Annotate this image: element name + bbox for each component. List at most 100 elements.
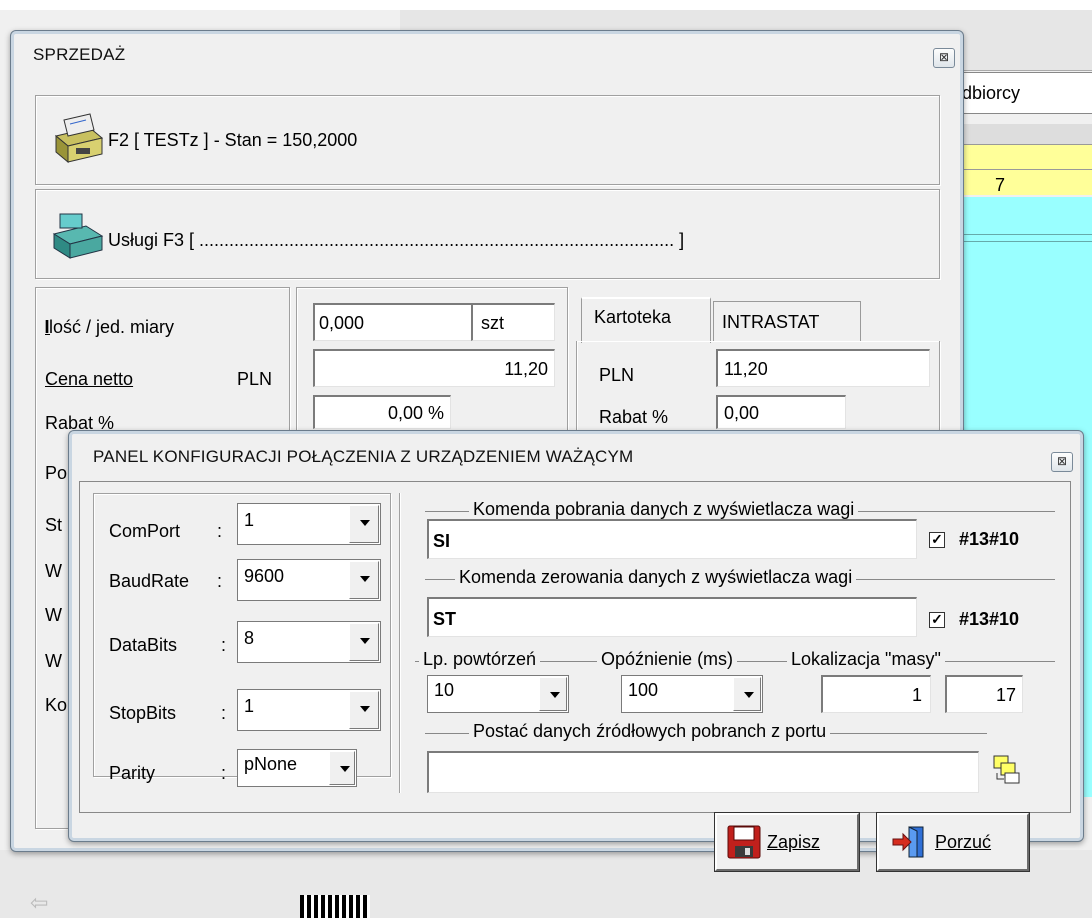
- zero-cmd-legend: Komenda zerowania danych z wyświetlacza …: [455, 567, 857, 588]
- delay-legend: Opóźnienie (ms): [597, 649, 738, 670]
- stock-item-text: F2 [ TESTz ] - Stan = 150,2000: [108, 130, 358, 150]
- panel-divider: [399, 493, 401, 793]
- sale-label-row9: Ko: [45, 695, 68, 715]
- databits-colon: :: [221, 635, 227, 655]
- background-yellow-row[interactable]: 7: [955, 145, 1092, 195]
- tab-intrastat[interactable]: INTRASTAT: [713, 301, 861, 341]
- zero-cmd-checkbox-label: #13#10: [959, 609, 1020, 629]
- exit-door-icon: [891, 825, 927, 859]
- background-top-strip: [0, 0, 1092, 10]
- background-input-label: dbiorcy: [962, 83, 1021, 103]
- card-discount-input[interactable]: 0,00: [716, 395, 846, 429]
- arrow-left-icon: ⇦: [30, 890, 49, 915]
- raw-data-input[interactable]: [427, 751, 979, 793]
- sale-label-row6: W: [45, 561, 62, 581]
- card-price-input[interactable]: 11,20: [716, 349, 930, 387]
- stopbits-select[interactable]: 1: [237, 689, 381, 731]
- stopbits-colon: :: [221, 703, 227, 723]
- quantity-input[interactable]: 0,000: [313, 303, 473, 341]
- cancel-label-text: Porzuć: [935, 832, 992, 852]
- net-price-input[interactable]: 11,20: [313, 349, 555, 387]
- baudrate-colon: :: [217, 571, 223, 591]
- parity-label: Parity: [109, 763, 156, 783]
- card-discount-value: 0,00: [724, 403, 760, 423]
- parity-colon: :: [221, 763, 227, 783]
- services-panel[interactable]: Usługi F3 [ ............................…: [35, 189, 940, 279]
- stopbits-label: StopBits: [109, 703, 177, 723]
- repeats-value: 10: [434, 680, 455, 700]
- chevron-down-icon[interactable]: [539, 677, 567, 711]
- sale-label-row5: St: [45, 515, 63, 535]
- discount-input[interactable]: 0,00 %: [313, 395, 451, 429]
- scale-config-close-icon[interactable]: ⊠: [1051, 452, 1073, 472]
- databits-label: DataBits: [109, 635, 178, 655]
- zero-cmd-input[interactable]: ST: [427, 597, 917, 637]
- save-button-label: Zapisz: [767, 832, 820, 853]
- card-currency-label: PLN: [599, 365, 635, 385]
- parity-select[interactable]: pNone: [237, 749, 357, 787]
- tab-kartoteka[interactable]: Kartoteka: [581, 297, 711, 343]
- delay-value: 100: [628, 680, 659, 700]
- comport-colon: :: [217, 521, 223, 541]
- quantity-label: IIlość / jed. miary: [44, 317, 175, 337]
- read-cmd-input[interactable]: SI: [427, 519, 917, 559]
- floppy-disk-icon: [727, 825, 761, 859]
- save-button[interactable]: Zapisz: [714, 812, 860, 872]
- databits-select[interactable]: 8: [237, 621, 381, 663]
- stopbits-value: 1: [244, 696, 255, 716]
- repeats-select[interactable]: 10: [427, 675, 569, 713]
- sale-label-row4: Po: [45, 463, 68, 483]
- yellow-row-divider: [955, 169, 1092, 170]
- mass-location-to-value: 17: [995, 685, 1016, 705]
- quantity-value: 0,000: [319, 313, 365, 333]
- background-input[interactable]: dbiorcy: [955, 72, 1092, 114]
- comport-select[interactable]: 1: [237, 503, 381, 545]
- mass-location-from-input[interactable]: 1: [821, 675, 931, 713]
- comport-value: 1: [244, 510, 255, 530]
- zero-cmd-value: ST: [433, 609, 457, 629]
- background-grid-header: [955, 124, 1092, 145]
- baudrate-value: 9600: [244, 566, 285, 586]
- zero-cmd-checkbox[interactable]: ✓: [929, 612, 945, 628]
- sale-window-title: SPRZEDAŻ: [33, 45, 126, 64]
- comport-label: ComPort: [109, 521, 181, 541]
- raw-data-legend: Postać danych źródłowych pobranch z port…: [469, 721, 831, 742]
- tab-intrastat-label: INTRASTAT: [722, 312, 820, 332]
- read-cmd-checkbox[interactable]: ✓: [929, 532, 945, 548]
- chevron-down-icon[interactable]: [349, 623, 379, 661]
- baudrate-select[interactable]: 9600: [237, 559, 381, 601]
- save-label-text: Zapisz: [767, 832, 821, 852]
- mass-location-from-value: 1: [911, 685, 922, 705]
- databits-value: 8: [244, 628, 255, 648]
- stock-item-panel[interactable]: F2 [ TESTz ] - Stan = 150,2000: [35, 95, 940, 185]
- barcode-icon: [300, 895, 370, 918]
- services-text: Usługi F3 [ ............................…: [108, 230, 685, 250]
- repeats-legend: Lp. powtórzeń: [419, 649, 541, 670]
- scale-config-window: PANEL KONFIGURACJI POŁĄCZENIA Z URZĄDZEN…: [68, 430, 1084, 872]
- scale-config-title: PANEL KONFIGURACJI POŁĄCZENIA Z URZĄDZEN…: [93, 447, 634, 466]
- baudrate-label: BaudRate: [109, 571, 190, 591]
- read-cmd-legend: Komenda pobrania danych z wyświetlacza w…: [469, 499, 859, 520]
- cyan-row-divider: [955, 234, 1092, 235]
- cyan-row-divider: [955, 241, 1092, 242]
- chevron-down-icon[interactable]: [349, 505, 379, 543]
- chevron-down-icon[interactable]: [349, 561, 379, 599]
- chevron-down-icon[interactable]: [329, 751, 355, 785]
- unit-value: szt: [481, 313, 505, 333]
- copy-data-icon[interactable]: [991, 753, 1025, 787]
- read-cmd-value: SI: [433, 531, 451, 551]
- toolbox-icon: [50, 206, 106, 262]
- net-price-currency-label: PLN: [237, 369, 273, 389]
- read-cmd-checkbox-label: #13#10: [959, 529, 1020, 549]
- net-price-label: Cena netto: [45, 369, 134, 389]
- sale-window-close-icon[interactable]: ⊠: [933, 48, 955, 68]
- delay-select[interactable]: 100: [621, 675, 763, 713]
- cancel-button[interactable]: Porzuć: [876, 812, 1030, 872]
- mass-location-to-input[interactable]: 17: [945, 675, 1023, 713]
- card-discount-label: Rabat %: [599, 407, 669, 427]
- cancel-button-label: Porzuć: [935, 832, 991, 853]
- card-index-icon: [50, 110, 106, 166]
- chevron-down-icon[interactable]: [349, 691, 379, 729]
- chevron-down-icon[interactable]: [733, 677, 761, 711]
- unit-input[interactable]: szt: [471, 303, 555, 341]
